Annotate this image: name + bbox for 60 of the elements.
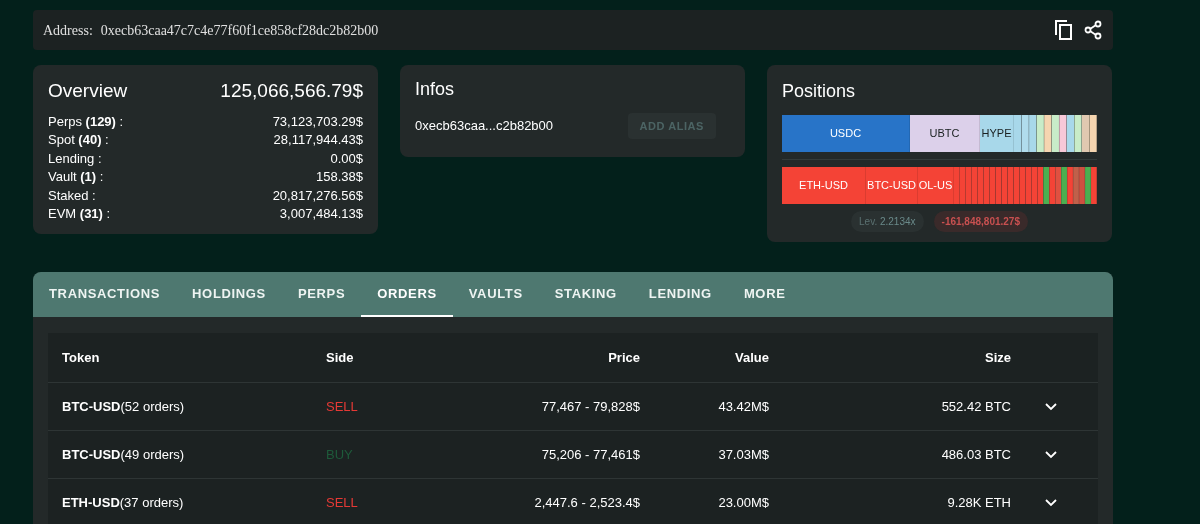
- table-cell-text: 552.42 BTC: [940, 397, 1011, 416]
- address-text: 0xecb63caa47c7c4e77f60f1ce858cf28dc2b82b00: [100, 21, 379, 40]
- table-cell-text: 37.03M$: [717, 445, 769, 464]
- position-segment[interactable]: OL-US: [918, 167, 954, 204]
- chevron-down-icon[interactable]: [1045, 402, 1057, 411]
- tab[interactable]: TRANSACTIONS: [33, 272, 177, 317]
- copy-icon[interactable]: [1053, 19, 1073, 41]
- table-cell-text: 2,447.6 - 2,523.4$: [533, 493, 640, 512]
- total-value: 125,066,566.79$: [220, 79, 363, 103]
- address-label: Address:: [43, 21, 93, 40]
- short-address: 0xecb63caa...c2b82b00: [415, 117, 554, 136]
- tab[interactable]: VAULTS: [452, 272, 539, 317]
- position-segment[interactable]: ETH-USD: [782, 167, 866, 204]
- overview-value: 0.00$: [330, 149, 363, 168]
- overview-value: 20,817,276.56$: [272, 186, 363, 205]
- column-header: Token: [61, 348, 101, 367]
- table-cell-text: 486.03 BTC: [940, 445, 1011, 464]
- table-cell-text: BTC-USD(49 orders): [61, 445, 186, 464]
- tab[interactable]: LENDING: [632, 272, 728, 317]
- tab[interactable]: STAKING: [538, 272, 633, 317]
- position-segment[interactable]: HYPE: [980, 115, 1014, 152]
- chevron-down-icon[interactable]: [1045, 498, 1057, 507]
- side-cell-text: BUY: [326, 445, 354, 464]
- tab[interactable]: PERPS: [281, 272, 362, 317]
- table-cell-text: BTC-USD(52 orders): [61, 397, 186, 416]
- overview-label: Perps (129) :: [48, 112, 124, 131]
- tab[interactable]: ORDERS: [361, 272, 453, 317]
- share-icon[interactable]: [1083, 20, 1103, 40]
- position-segment[interactable]: BTC-USD: [866, 167, 918, 204]
- column-header: Size: [984, 348, 1011, 367]
- leverage-badge: Lev. 2.2134x: [851, 211, 924, 232]
- overview-value: 3,007,484.13$: [279, 205, 363, 223]
- card-title: Overview: [48, 79, 128, 103]
- tab[interactable]: MORE: [727, 272, 802, 317]
- table-cell-text: 43.42M$: [717, 397, 769, 416]
- overview-value: 73,123,703.29$: [272, 112, 363, 131]
- tab[interactable]: HOLDINGS: [176, 272, 282, 317]
- table-cell-text: 9.28K ETH: [946, 493, 1011, 512]
- column-header: Value: [734, 348, 769, 367]
- overview-label: EVM (31) :: [48, 205, 111, 223]
- side-cell-text: SELL: [326, 493, 359, 512]
- overview-label: Staked :: [48, 186, 96, 205]
- side-cell-text: SELL: [326, 397, 359, 416]
- table-cell-text: ETH-USD(37 orders): [61, 493, 185, 512]
- chevron-down-icon[interactable]: [1045, 450, 1057, 459]
- column-header: Price: [607, 348, 640, 367]
- table-cell-text: 23.00M$: [717, 493, 769, 512]
- position-segment[interactable]: UBTC: [910, 115, 980, 152]
- pnl-badge: -161,848,801.27$: [933, 211, 1028, 232]
- overview-value: 158.38$: [316, 168, 363, 186]
- position-segment[interactable]: USDC: [782, 115, 910, 152]
- card-title: Infos: [415, 78, 456, 101]
- overview-value: 28,117,944.43$: [273, 131, 363, 149]
- table-cell-text: 75,206 - 77,461$: [540, 445, 640, 464]
- column-header: Side: [326, 348, 355, 367]
- table-cell-text: 77,467 - 79,828$: [540, 397, 640, 416]
- overview-label: Vault (1) :: [48, 168, 104, 186]
- overview-label: Lending :: [48, 149, 102, 168]
- overview-label: Spot (40) :: [48, 131, 109, 149]
- card-title: Positions: [782, 80, 857, 103]
